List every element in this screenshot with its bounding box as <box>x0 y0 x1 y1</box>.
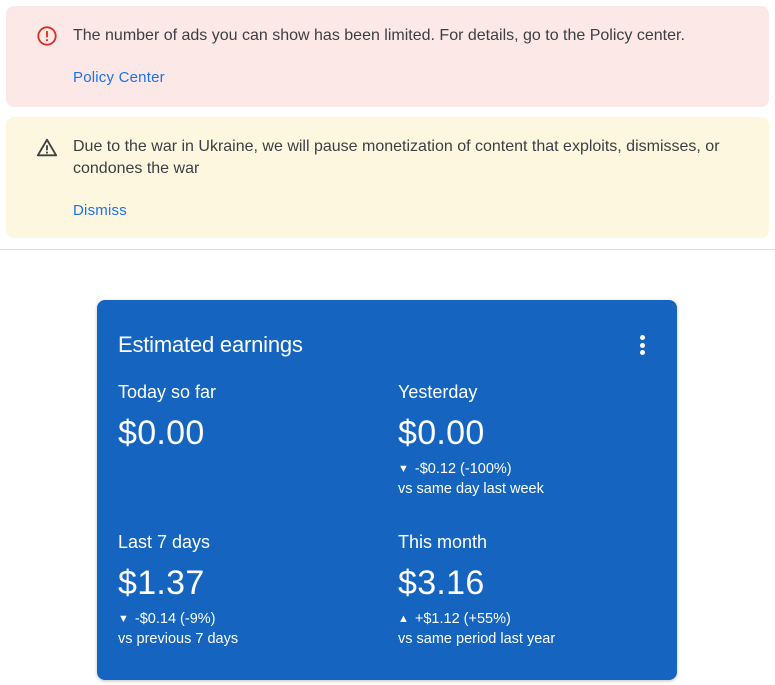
policy-limit-message: The number of ads you can show has been … <box>73 27 685 44</box>
metric-delta: ▼ -$0.12 (-100%) <box>398 459 648 479</box>
trend-down-icon: ▼ <box>118 613 129 625</box>
metric-this-month: This month $3.16 ▲ +$1.12 (+55%) vs same… <box>398 531 648 649</box>
warning-triangle-icon <box>36 138 58 157</box>
metric-label: This month <box>398 532 488 552</box>
policy-center-link[interactable]: Policy Center <box>73 69 165 86</box>
metric-delta: ▲ +$1.12 (+55%) <box>398 609 648 629</box>
error-circle-icon <box>37 26 57 46</box>
metric-today: Today so far $0.00 <box>118 381 368 453</box>
trend-up-icon: ▲ <box>398 613 409 625</box>
metric-value: $3.16 <box>398 564 485 602</box>
delta-text: -$0.14 (-9%) <box>134 611 216 627</box>
metric-value: $0.00 <box>398 414 485 452</box>
delta-text: +$1.12 (+55%) <box>414 611 511 627</box>
metric-compare: vs same period last year <box>398 631 556 647</box>
ukraine-war-message: Due to the war in Ukraine, we will pause… <box>73 138 720 177</box>
delta-text: -$0.12 (-100%) <box>414 461 512 477</box>
ukraine-war-alert: Due to the war in Ukraine, we will pause… <box>6 117 769 238</box>
metric-compare: vs previous 7 days <box>118 631 239 647</box>
metric-label: Yesterday <box>398 382 478 402</box>
trend-down-icon: ▼ <box>398 463 409 475</box>
metric-delta: ▼ -$0.14 (-9%) <box>118 609 368 629</box>
metric-yesterday: Yesterday $0.00 ▼ -$0.12 (-100%) vs same… <box>398 381 648 499</box>
metric-compare: vs same day last week <box>398 481 544 497</box>
section-divider <box>0 249 775 250</box>
estimated-earnings-card: Estimated earnings Today so far $0.00 Ye… <box>97 300 677 680</box>
more-vert-icon[interactable] <box>632 332 652 358</box>
metric-label: Today so far <box>118 382 217 402</box>
metric-last-7-days: Last 7 days $1.37 ▼ -$0.14 (-9%) vs prev… <box>118 531 368 649</box>
dismiss-link[interactable]: Dismiss <box>73 202 127 219</box>
policy-limit-alert: The number of ads you can show has been … <box>6 6 769 107</box>
metric-value: $0.00 <box>118 414 205 452</box>
metric-label: Last 7 days <box>118 532 211 552</box>
metric-value: $1.37 <box>118 564 205 602</box>
card-title: Estimated earnings <box>118 332 303 357</box>
